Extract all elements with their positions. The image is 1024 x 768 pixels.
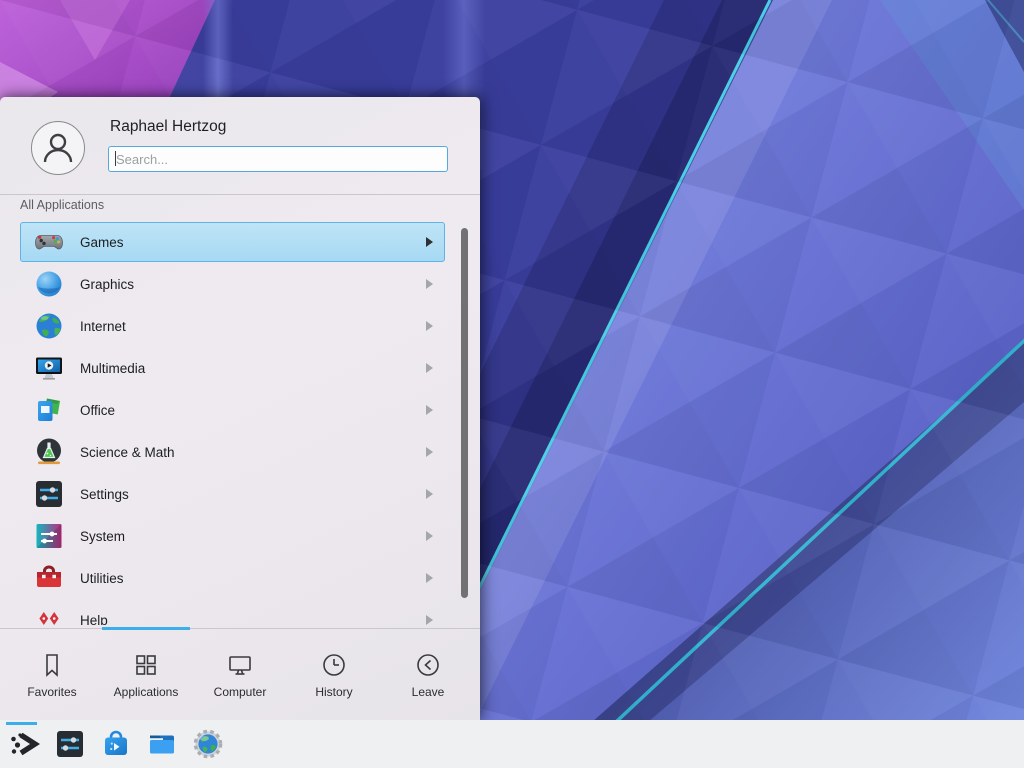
person-icon	[42, 131, 74, 165]
category-label: Settings	[80, 487, 129, 502]
gamepad-icon	[33, 226, 65, 258]
user-name: Raphael Hertzog	[110, 118, 226, 136]
category-office[interactable]: Office	[20, 390, 445, 430]
globe-icon	[33, 310, 65, 342]
category-system[interactable]: System	[20, 516, 445, 556]
list-scrollbar[interactable]	[461, 228, 468, 598]
taskbar: ES 7:03 PM 4/24/21	[0, 720, 1024, 768]
submenu-arrow-icon	[426, 573, 433, 583]
settings-sliders-icon	[33, 478, 65, 510]
bookmark-icon	[38, 651, 66, 679]
user-avatar	[31, 121, 85, 175]
monitor-icon	[226, 651, 254, 679]
tab-applications[interactable]: Applications	[99, 629, 193, 720]
submenu-arrow-icon	[426, 237, 433, 247]
tab-label: Leave	[412, 685, 445, 699]
system-tuner-icon	[33, 520, 65, 552]
search-input[interactable]	[108, 146, 448, 172]
submenu-arrow-icon	[426, 363, 433, 373]
category-graphics[interactable]: Graphics	[20, 264, 445, 304]
category-label: Games	[80, 235, 124, 250]
submenu-arrow-icon	[426, 531, 433, 541]
clock-icon	[320, 651, 348, 679]
category-label: Help	[80, 613, 108, 626]
category-internet[interactable]: Internet	[20, 306, 445, 346]
submenu-arrow-icon	[426, 405, 433, 415]
text-cursor	[115, 151, 116, 166]
category-label: Utilities	[80, 571, 124, 586]
category-label: Internet	[80, 319, 126, 334]
category-label: Multimedia	[80, 361, 145, 376]
launcher-header: Raphael Hertzog	[0, 97, 480, 195]
launcher-active-indicator	[6, 722, 37, 725]
submenu-arrow-icon	[426, 321, 433, 331]
tab-label: History	[315, 685, 352, 699]
category-science-math[interactable]: Science & Math	[20, 432, 445, 472]
grid-icon	[132, 651, 160, 679]
active-tab-underline	[102, 627, 190, 630]
tab-favorites[interactable]: Favorites	[5, 629, 99, 720]
section-label: All Applications	[20, 198, 104, 212]
system-settings-icon[interactable]	[54, 728, 86, 760]
category-games[interactable]: Games	[20, 222, 445, 262]
category-multimedia[interactable]: Multimedia	[20, 348, 445, 388]
multimedia-monitor-icon	[33, 352, 65, 384]
category-label: Graphics	[80, 277, 134, 292]
tab-computer[interactable]: Computer	[193, 629, 287, 720]
tab-leave[interactable]: Leave	[381, 629, 475, 720]
category-utilities[interactable]: Utilities	[20, 558, 445, 598]
category-label: Science & Math	[80, 445, 175, 460]
category-settings[interactable]: Settings	[20, 474, 445, 514]
submenu-arrow-icon	[426, 489, 433, 499]
submenu-arrow-icon	[426, 615, 433, 625]
office-documents-icon	[33, 394, 65, 426]
category-help[interactable]: Help	[20, 600, 445, 625]
submenu-arrow-icon	[426, 279, 433, 289]
science-flask-icon	[33, 436, 65, 468]
utilities-toolbox-icon	[33, 562, 65, 594]
tab-label: Applications	[114, 685, 179, 699]
graphics-sphere-icon	[33, 268, 65, 300]
tab-history[interactable]: History	[287, 629, 381, 720]
application-launcher-panel: Raphael Hertzog All Applications	[0, 97, 480, 720]
leave-circle-icon	[414, 651, 442, 679]
tab-label: Computer	[214, 685, 267, 699]
launcher-footer-tabs: Favorites Applications	[0, 628, 480, 720]
category-label: System	[80, 529, 125, 544]
tab-label: Favorites	[27, 685, 76, 699]
help-icon	[33, 604, 65, 625]
category-label: Office	[80, 403, 115, 418]
desktop: Raphael Hertzog All Applications	[0, 0, 1024, 768]
kde-launcher-icon[interactable]	[7, 727, 41, 761]
submenu-arrow-icon	[426, 447, 433, 457]
konqueror-browser-icon[interactable]	[192, 728, 224, 760]
category-list: Games Graphics	[0, 217, 480, 625]
dolphin-file-manager-icon[interactable]	[146, 728, 178, 760]
discover-icon[interactable]	[100, 728, 132, 760]
